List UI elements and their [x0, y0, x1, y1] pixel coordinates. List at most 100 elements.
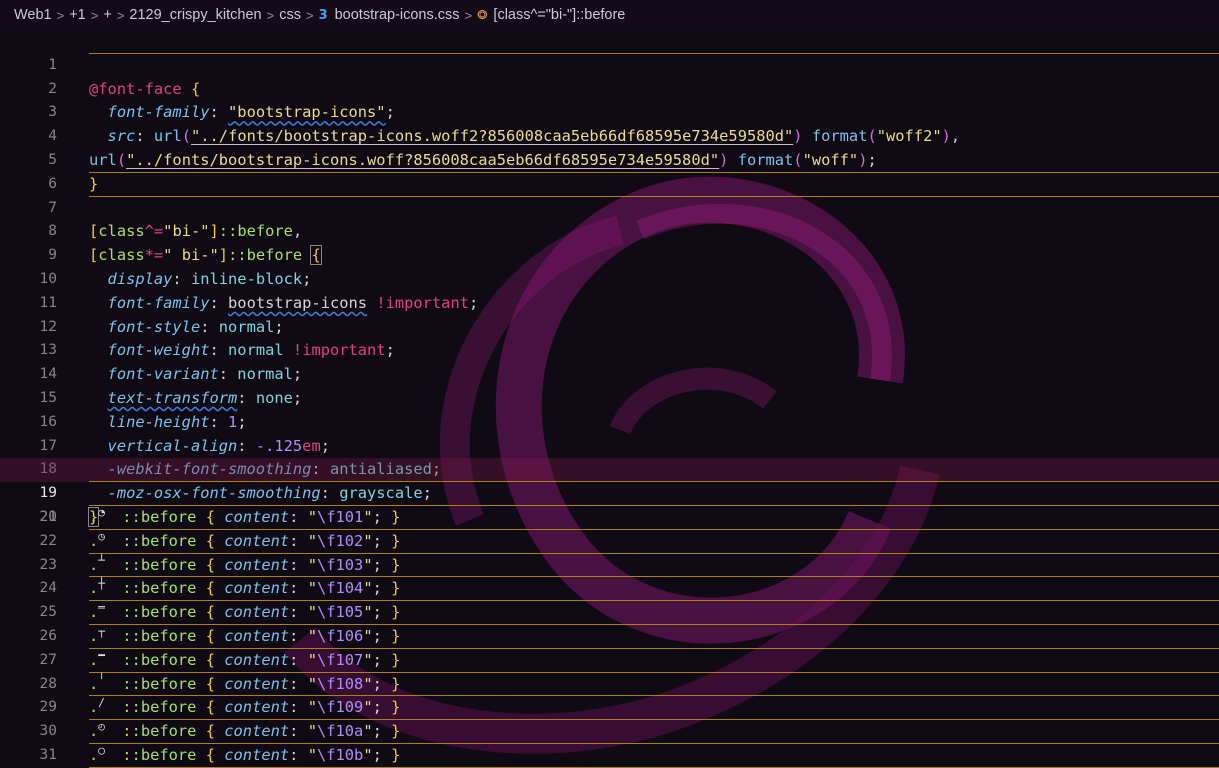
- token-escape: \: [316, 603, 327, 622]
- token-brace: }: [391, 722, 401, 741]
- token-string-close: ": [363, 555, 373, 574]
- line-content: .∕::before { content: "\f109"; }: [89, 696, 401, 717]
- token-string-open: ": [307, 745, 317, 764]
- token-brace: {: [205, 579, 215, 598]
- icon-glyph: ◷: [98, 529, 105, 543]
- token-pseudo: ::before: [122, 626, 197, 645]
- token-escape-code: f10b: [326, 745, 364, 764]
- token-brace: }: [391, 674, 401, 693]
- code-line: 3 src: url("../fonts/bootstrap-icons.wof…: [0, 78, 1219, 145]
- code-line: 31 .◯::before { content: "\f10b"; }: [0, 744, 1219, 768]
- token-string-close: ": [363, 531, 373, 550]
- icon-glyph: ═: [98, 601, 105, 615]
- code-line: 29 .∕::before { content: "\f109"; }: [0, 696, 1219, 720]
- line-number: 21: [39, 508, 57, 525]
- code-line: 10 font-family: bootstrap-icons !importa…: [0, 244, 1219, 312]
- token-brace: {: [205, 507, 215, 526]
- code-line: 26 .┬::before { content: "\f106"; }: [0, 625, 1219, 649]
- line-number: 22: [39, 532, 57, 549]
- css3-icon: 3: [318, 7, 328, 23]
- code-line: 4 url("../fonts/bootstrap-icons.woff?856…: [0, 101, 1219, 169]
- token-property: content: [224, 579, 290, 598]
- token-brace: }: [391, 555, 401, 574]
- token-property: content: [224, 603, 290, 622]
- line-content: .┼::before { content: "\f104"; }: [89, 577, 401, 598]
- code-editor[interactable]: 1 @font-face { 2 font-family: "bootstrap…: [0, 30, 1219, 768]
- line-content: .━::before { content: "\f107"; }: [89, 648, 401, 669]
- token-property: content: [224, 698, 290, 717]
- token-escape-code: f105: [326, 603, 364, 622]
- token-string-close: ": [363, 674, 373, 693]
- breadcrumb-item-folder[interactable]: 2129_crispy_kitchen: [129, 7, 261, 23]
- breadcrumb-item-css[interactable]: css: [279, 7, 301, 23]
- token-string-open: ": [307, 531, 317, 550]
- token-brace: {: [205, 722, 215, 741]
- token-escape-code: f104: [326, 579, 364, 598]
- token-string-close: ": [363, 650, 373, 669]
- token-escape-code: f108: [326, 674, 364, 693]
- chevron-right-icon: >: [116, 7, 125, 23]
- line-number: 27: [39, 651, 57, 668]
- breadcrumb-item-web1[interactable]: Web1: [14, 7, 52, 23]
- code-line: 28 .╵::before { content: "\f108"; }: [0, 673, 1219, 697]
- line-content: .┴::before { content: "\f103"; }: [89, 553, 401, 574]
- token-string-open: ": [307, 507, 317, 526]
- line-content: .◷::before { content: "\f102"; }: [89, 529, 401, 550]
- token-brace: {: [205, 745, 215, 764]
- icon-glyph: ┬: [98, 624, 105, 638]
- token-string-open: ": [307, 626, 317, 645]
- token-property: content: [224, 745, 290, 764]
- token-brace: }: [391, 531, 401, 550]
- token-escape: \: [316, 698, 327, 717]
- code-line: 30 .◴::before { content: "\f10a"; }: [0, 720, 1219, 744]
- code-line: 12 font-weight: normal !important;: [0, 292, 1219, 360]
- token-class-dot: .: [89, 722, 99, 741]
- token-escape: \: [316, 555, 327, 574]
- token-brace: }: [391, 698, 401, 717]
- token-property: content: [224, 722, 290, 741]
- token-string-open: ": [307, 674, 317, 693]
- token-escape: \: [316, 722, 327, 741]
- line-number: 29: [39, 699, 57, 716]
- token-pseudo: ::before: [122, 603, 197, 622]
- token-property: content: [224, 555, 290, 574]
- code-line: 2 font-family: "bootstrap-icons";: [0, 54, 1219, 122]
- token-brace: {: [205, 698, 215, 717]
- token-brace: {: [205, 650, 215, 669]
- token-string-close: ": [363, 603, 373, 622]
- token-class-dot: .: [89, 674, 99, 693]
- breadcrumb-item-symbol[interactable]: [class^="bi-"]::before: [493, 7, 625, 23]
- line-content: .╵::before { content: "\f108"; }: [89, 672, 401, 693]
- breadcrumb-item-file[interactable]: bootstrap-icons.css: [335, 7, 460, 23]
- token-brace: }: [391, 507, 401, 526]
- token-string-close: ": [363, 722, 373, 741]
- breadcrumb-item-plus[interactable]: +: [103, 7, 111, 23]
- line-content: .◯::before { content: "\f10b"; }: [89, 743, 401, 764]
- token-escape: \: [316, 626, 327, 645]
- line-number: 31: [39, 746, 57, 763]
- code-line: 13 font-variant: normal;: [0, 316, 1219, 383]
- code-line: 21 .◔::before { content: "\f101"; }: [0, 506, 1219, 530]
- token-class-dot: .: [89, 745, 99, 764]
- token-class-dot: .: [89, 626, 99, 645]
- token-pseudo: ::before: [122, 650, 197, 669]
- icon-glyph: ┴: [98, 553, 105, 567]
- chevron-right-icon: >: [464, 7, 473, 23]
- token-brace: {: [205, 626, 215, 645]
- token-pseudo: ::before: [122, 745, 197, 764]
- code-line: 9 display: inline-block;: [0, 220, 1219, 288]
- token-string-open: ": [307, 722, 317, 741]
- token-string-open: ": [307, 555, 317, 574]
- code-line: 17 -webkit-font-smoothing: antialiased;: [0, 411, 1219, 479]
- line-number: 25: [39, 604, 57, 621]
- token-pseudo: ::before: [122, 507, 197, 526]
- token-pseudo: ::before: [122, 698, 197, 717]
- breadcrumb-item-plus1[interactable]: +1: [69, 7, 86, 23]
- token-class-dot: .: [89, 579, 99, 598]
- token-class-dot: .: [89, 531, 99, 550]
- token-string-close: ": [363, 507, 373, 526]
- token-string-close: ": [363, 698, 373, 717]
- token-escape: \: [316, 507, 327, 526]
- line-content: .◔::before { content: "\f101"; }: [89, 505, 401, 526]
- token-string-close: ": [363, 579, 373, 598]
